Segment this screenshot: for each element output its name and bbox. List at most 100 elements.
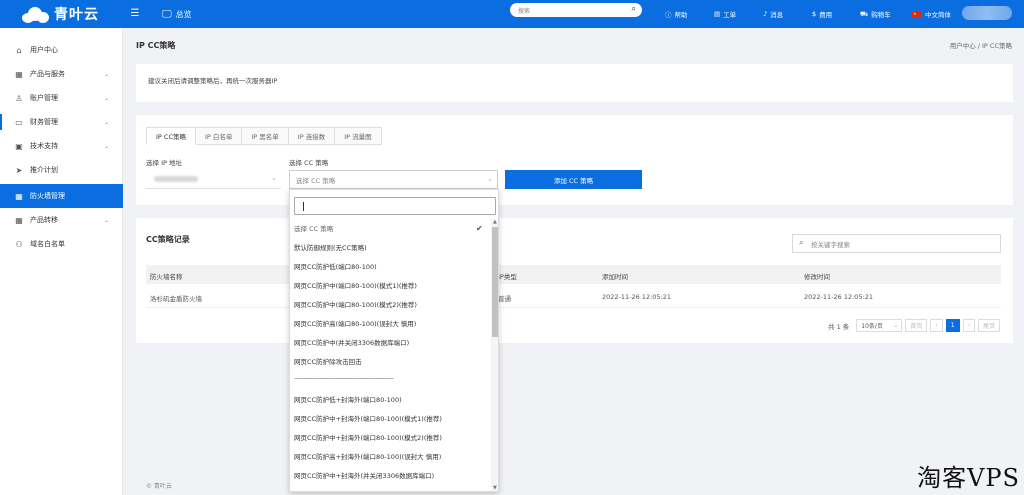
cc-policy-select[interactable]: 选择 CC 策略 ⌄ [289,170,498,189]
dropdown-option[interactable]: 网页CC防护中(并关闭3306数据库端口) [294,337,409,347]
sidebar-item-label: 推介计划 [30,166,58,174]
page-title: IP CC策略 [136,41,176,50]
chevron-down-icon: ⌄ [271,174,277,182]
help-icon: ⓘ [665,11,672,19]
first-page-button[interactable]: 首页 [905,319,928,332]
fee-label: 费用 [819,11,833,19]
sidebar-item-domain-whitelist[interactable]: ⚇ 域名白名单 [0,232,123,256]
cell-created-time: 2022-11-26 12:05:21 [602,293,672,301]
user-icon: ♙ [15,93,23,103]
grid-icon: ▦ [15,191,23,201]
dropdown-option[interactable]: 网页CC防护中+封海外(并关闭3306数据库端口) [294,470,434,480]
dropdown-option[interactable]: 网页CC防护中(端口80-100)(模式2)(推荐) [294,299,417,309]
grid-icon: ▦ [15,69,23,79]
sidebar-item-user-center[interactable]: ⌂ 用户中心 [0,38,123,62]
sidebar-item-label: 产品转移 [30,216,58,224]
table-header: 防火墙名称 IP类型 添加时间 修改时间 [146,265,1001,284]
page-number-button[interactable]: 1 [945,319,960,332]
dropdown-option[interactable]: 默认防御规则(无CC策略) [294,242,367,252]
help-link[interactable]: ⓘ 帮助 [665,0,688,28]
tab-ip-blacklist[interactable]: IP 黑名单 [242,127,289,145]
scrollbar-thumb[interactable] [492,227,498,337]
sidebar-item-products[interactable]: ▦ 产品与服务 ⌄ [0,62,123,86]
tab-ip-whitelist[interactable]: IP 白名单 [195,127,243,145]
search-placeholder: 搜索 [518,7,531,15]
dropdown-option[interactable]: 选择 CC 策略 [294,223,333,233]
sidebar-item-account[interactable]: ♙ 账户管理 ⌄ [0,86,123,110]
dropdown-option[interactable]: 网页CC防护中+封海外(端口80-100)(模式1)(推荐) [294,413,442,423]
fee-link[interactable]: $ 费用 [812,0,832,28]
cell-modified-time: 2022-11-26 12:05:21 [804,293,874,301]
support-icon: ▣ [15,141,23,151]
footer-copyright: © 青叶云 [146,483,172,490]
users-icon: ⚇ [15,239,23,249]
column-header: 修改时间 [804,273,830,281]
records-search-placeholder: 按关键字搜索 [811,240,850,249]
dropdown-option[interactable]: 网页CC防护低+封海外(端口80-100) [294,394,402,404]
help-label: 帮助 [674,11,688,19]
message-link[interactable]: ♪ 消息 [763,0,783,28]
language-link[interactable]: 中文简体 [912,0,951,28]
sidebar-item-label: 技术支持 [30,142,58,150]
watermark: 淘客VPS [917,464,1020,492]
scroll-up-icon[interactable]: ▲ [493,219,497,225]
policy-form-card: IP CC策略 IP 白名单 IP 黑名单 IP 连接数 IP 流量图 选择 I… [136,115,1013,205]
sidebar-item-transfer[interactable]: ▦ 产品转移 ⌄ [0,208,123,232]
column-header: IP类型 [498,273,517,281]
message-label: 消息 [770,11,784,19]
add-cc-policy-button[interactable]: 添加 CC 策略 [505,170,642,189]
search-icon[interactable]: ⌕ [632,4,636,14]
sidebar-item-label: 域名白名单 [30,240,65,248]
scroll-down-icon[interactable]: ▼ [493,485,497,491]
check-icon: ✔ [476,224,483,233]
records-title: CC策略记录 [146,235,190,244]
menu-toggle-icon[interactable]: ☰ [128,6,142,20]
tab-ip-connections[interactable]: IP 连接数 [288,127,336,145]
search-icon: ⌕ [799,238,804,247]
header-search-input[interactable]: 搜索 ⌕ [510,3,642,17]
cart-label: 购物车 [871,11,891,19]
grid-icon: ▦ [15,215,23,225]
ticket-label: 工单 [723,11,737,19]
ticket-link[interactable]: ▤ 工单 [714,0,736,28]
sidebar-item-label: 防火墙管理 [30,192,65,200]
dropdown-option[interactable]: 网页CC防护低(端口80-100) [294,261,377,271]
chevron-down-icon: ⌄ [103,142,109,150]
sidebar-item-finance[interactable]: ▭ 财务管理 ⌄ [0,110,123,134]
records-card: CC策略记录 ⌕ 按关键字搜索 防火墙名称 IP类型 添加时间 修改时间 洛杉矶… [136,218,1013,343]
tab-ip-traffic[interactable]: IP 流量图 [335,127,382,145]
overview-label: 总览 [175,9,192,19]
dropdown-option[interactable]: 网页CC防护中(端口80-100)(模式1)(推荐) [294,280,417,290]
last-page-button[interactable]: 尾页 [978,319,1001,332]
sidebar-item-support[interactable]: ▣ 技术支持 ⌄ [0,134,123,158]
page-size-select[interactable]: 10条/页 ⌄ [856,319,903,332]
sidebar-item-referral[interactable]: ➤ 推介计划 [0,158,123,182]
breadcrumb[interactable]: 用户中心 / IP CC策略 [950,40,1012,50]
cc-select-value: 选择 CC 策略 [296,176,336,185]
table-row[interactable]: 洛杉矶金盾防火墙 普通 2022-11-26 12:05:21 2022-11-… [146,284,1001,308]
dropdown-option[interactable]: 网页CC防护高+封海外(端口80-100)(误封大 慎用) [294,451,441,461]
policy-tabs: IP CC策略 IP 白名单 IP 黑名单 IP 连接数 IP 流量图 [146,127,382,145]
ip-address-select[interactable]: ⌄ [146,170,281,189]
user-account-menu[interactable] [962,6,1012,20]
column-header: 添加时间 [602,273,628,281]
chevron-down-icon: ⌄ [487,175,493,183]
dropdown-option[interactable]: 网页CC防护除攻击回击 [294,356,362,366]
cart-link[interactable]: ⛟ 购物车 [860,0,891,28]
dropdown-search-input[interactable] [294,197,496,215]
tab-ip-cc-policy[interactable]: IP CC策略 [146,127,196,145]
overview-link[interactable]: 🖵 总览 [162,0,192,28]
dropdown-option[interactable]: 网页CC防护中+封海外(端口80-100)(模式2)(推荐) [294,432,442,442]
prev-page-button[interactable]: ‹ [930,319,943,332]
dropdown-option[interactable]: 网页CC防护高(端口80-100)(误封大 慎用) [294,318,416,328]
dropdown-separator-option[interactable]: —————————————————— [294,374,394,382]
logo[interactable]: 青叶云 [0,0,120,28]
next-page-button[interactable]: › [962,319,976,332]
money-icon: $ [812,10,817,18]
records-search-input[interactable]: ⌕ 按关键字搜索 [792,234,1001,253]
sidebar-item-firewall[interactable]: ▦ 防火墙管理 [0,184,123,208]
ip-value-redacted [154,176,198,182]
cloud-logo-icon [22,5,50,23]
language-label: 中文简体 [925,11,951,19]
dropdown-scrollbar[interactable]: ▲ ▼ [491,219,498,491]
